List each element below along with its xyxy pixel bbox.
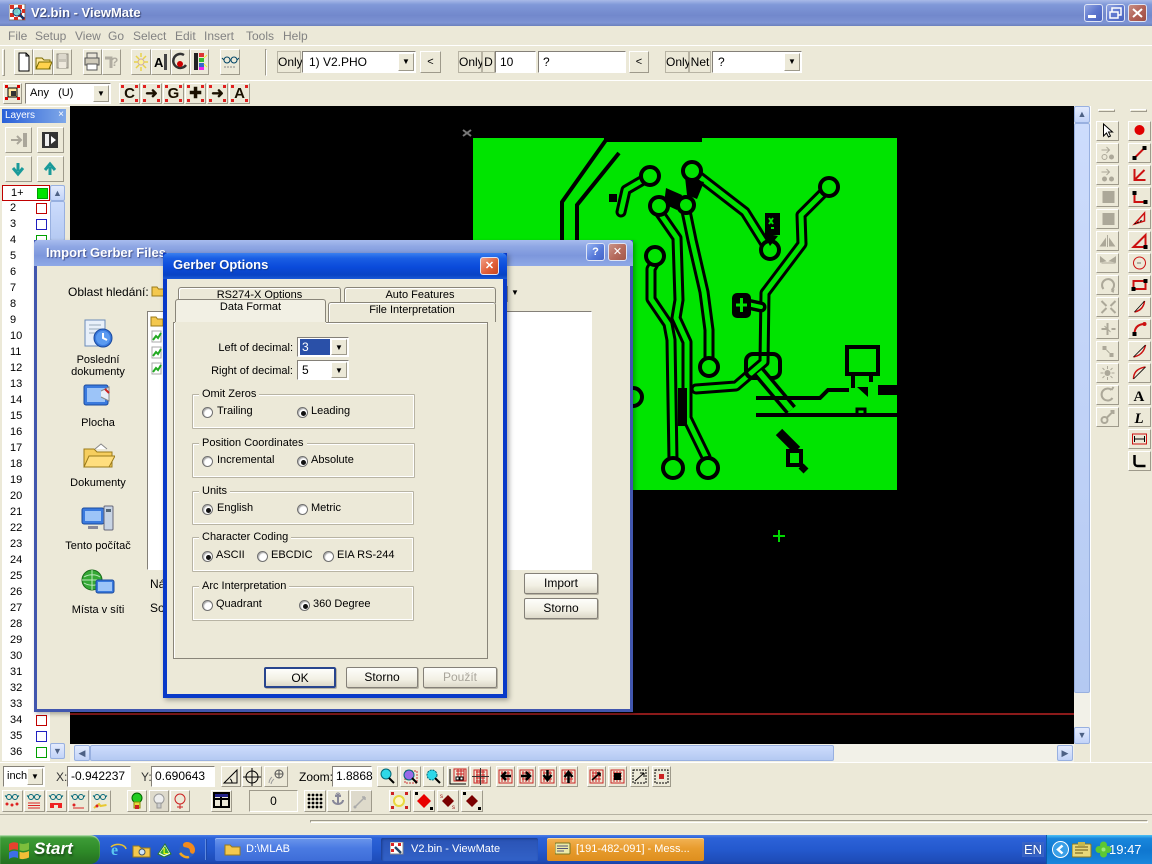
svg-text:L: L (1134, 411, 1144, 426)
svg-text:s: s (452, 805, 455, 811)
svg-text:s: s (440, 794, 443, 800)
svg-text:L: L (163, 847, 168, 856)
svg-text:A: A (1134, 389, 1145, 404)
svg-text:?: ? (111, 55, 118, 69)
svg-text:A: A (154, 55, 164, 70)
